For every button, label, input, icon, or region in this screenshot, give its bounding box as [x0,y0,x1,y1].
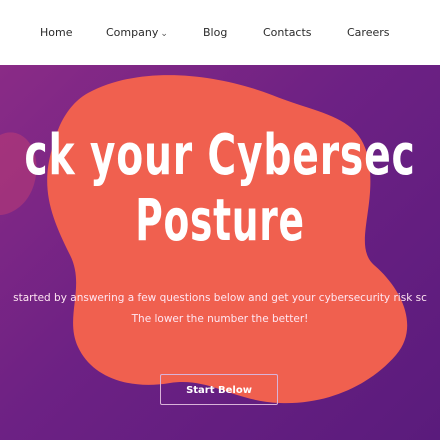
hero-headline-line2: Posture [135,186,305,254]
nav-item-blog[interactable]: Blog [203,26,227,40]
nav-item-company[interactable]: Company ⌄ [106,26,168,41]
hero-subtext-line1: started by answering a few questions bel… [13,292,427,304]
hero-headline-line1: ck your Cybersec [24,123,416,188]
top-navbar: Home Company ⌄ Blog Contacts Careers [0,0,440,65]
hero-subtext-line2: The lower the number the better! [131,313,309,325]
hero-section: ck your Cybersec Posture started by answ… [0,65,440,440]
nav-item-contacts[interactable]: Contacts [263,26,312,40]
nav-item-home[interactable]: Home [40,26,72,40]
nav-item-company-label: Company [106,26,159,39]
nav-item-careers[interactable]: Careers [347,26,390,40]
start-below-button[interactable]: Start Below [160,374,278,405]
chevron-down-icon: ⌄ [160,29,168,39]
